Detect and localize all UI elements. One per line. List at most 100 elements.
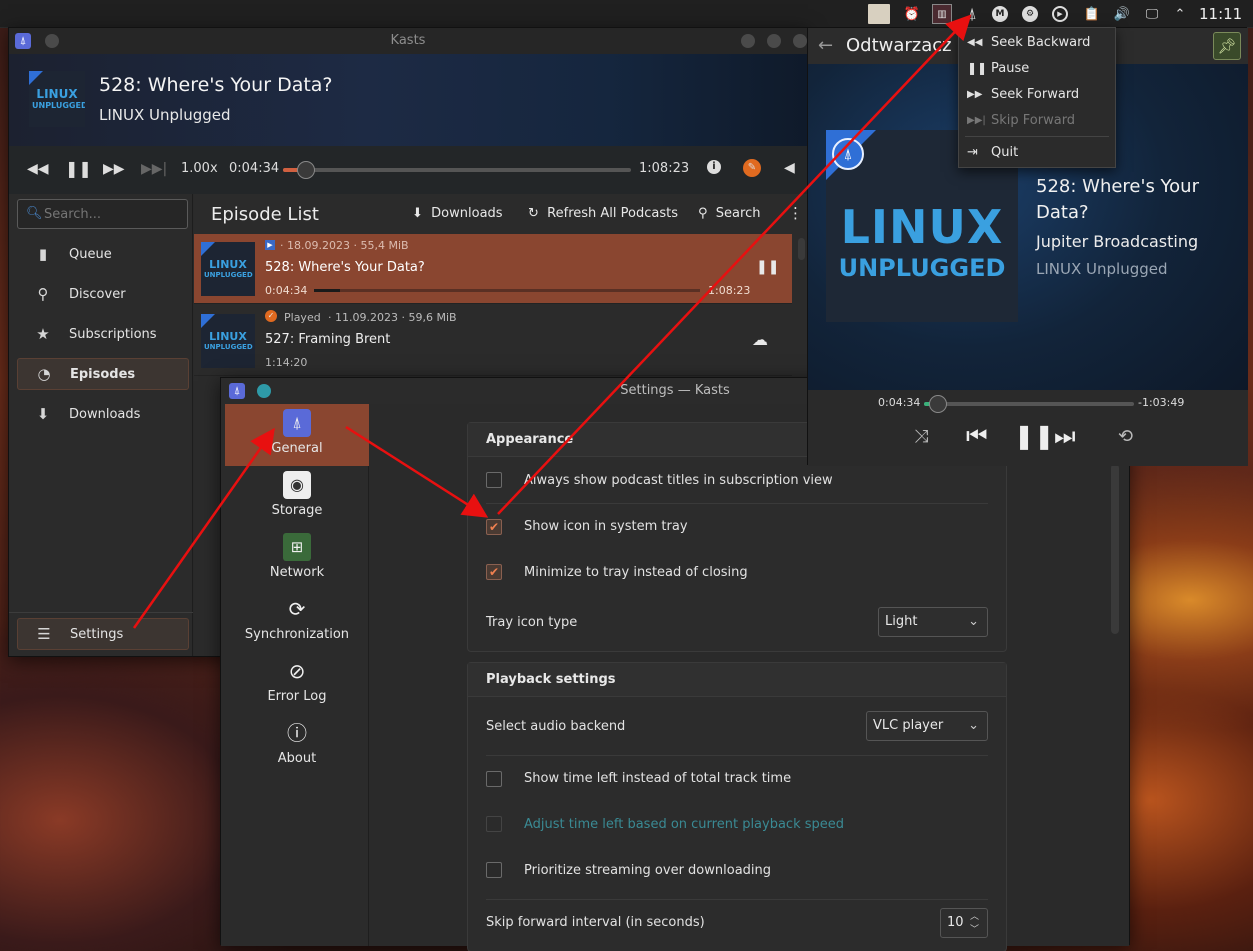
now-playing-header[interactable]: LINUX UNPLUGGED 528: Where's Your Data? … bbox=[9, 54, 807, 146]
sidebar-item-episodes[interactable]: ◔ Episodes bbox=[17, 358, 189, 390]
scrollbar-handle[interactable] bbox=[798, 238, 805, 260]
settings-nav-synchronization[interactable]: ⟳ Synchronization bbox=[225, 590, 369, 652]
kasts-tray-icon[interactable]: ⍋ bbox=[962, 4, 982, 24]
audio-backend-select[interactable]: VLC player ⌄ bbox=[866, 711, 988, 741]
settings-scrollbar[interactable] bbox=[1111, 464, 1119, 634]
seek-backward-button[interactable]: ◀◀ bbox=[27, 161, 49, 177]
settings-nav-network[interactable]: ⊞ Network bbox=[225, 528, 369, 590]
storage-icon: ◉ bbox=[283, 471, 311, 499]
menu-item-seek-backward[interactable]: ◀◀ Seek Backward bbox=[967, 31, 1090, 53]
show-tray-icon-row[interactable]: ✔ Show icon in system tray bbox=[486, 503, 988, 549]
sidebar-item-queue[interactable]: ▮ Queue bbox=[17, 238, 189, 270]
skip-backward-button[interactable]: ⏮︎ bbox=[966, 422, 988, 450]
episode-row[interactable]: LINUX UNPLUGGED ✓ Played · 11.09.2023 · … bbox=[194, 306, 792, 376]
media-player-tray-icon[interactable]: ▶ bbox=[1052, 6, 1068, 22]
pause-icon: ❚❚ bbox=[967, 61, 988, 75]
player-podcast: LINUX Unplugged bbox=[1036, 260, 1168, 278]
episode-meta: · 11.09.2023 · 59,6 MiB bbox=[328, 311, 457, 324]
pause-icon[interactable]: ❚❚ bbox=[756, 259, 779, 275]
sidebar-item-downloads[interactable]: ⬇ Downloads bbox=[17, 398, 189, 430]
notes-tray-icon[interactable] bbox=[868, 4, 890, 24]
episode-row[interactable]: LINUX UNPLUGGED ▶ · 18.09.2023 · 55,4 Mi… bbox=[194, 234, 792, 304]
download-icon: ⬇ bbox=[412, 206, 423, 221]
keyboard-layout-tray-icon[interactable]: ▥ bbox=[932, 4, 952, 24]
shuffle-icon[interactable]: ⤨ bbox=[914, 426, 928, 447]
menu-item-quit[interactable]: ⇥ Quit bbox=[967, 141, 1018, 163]
now-playing-title: 528: Where's Your Data? bbox=[99, 74, 333, 96]
back-arrow-icon[interactable]: ← bbox=[818, 35, 833, 56]
episode-title: 528: Where's Your Data? bbox=[265, 260, 425, 275]
tray-icon-type-select[interactable]: Light ⌄ bbox=[878, 607, 988, 637]
sidebar-item-settings[interactable]: ☰ Settings bbox=[17, 618, 189, 650]
window-pin-button[interactable] bbox=[45, 34, 59, 48]
close-button[interactable] bbox=[793, 34, 807, 48]
chapters-icon[interactable]: ✎ bbox=[743, 159, 761, 177]
mega-tray-icon[interactable]: M bbox=[992, 6, 1008, 22]
display-tray-icon[interactable]: 🖵 bbox=[1142, 4, 1162, 24]
chevron-down-icon: ⌄ bbox=[968, 614, 979, 629]
prioritize-streaming-checkbox[interactable] bbox=[486, 862, 502, 878]
episode-status: Played bbox=[284, 311, 321, 324]
downloads-action[interactable]: ⬇ Downloads bbox=[412, 206, 503, 221]
skip-forward-button[interactable]: ▶▶| bbox=[141, 161, 167, 177]
slider-handle[interactable] bbox=[929, 395, 948, 413]
position-slider[interactable] bbox=[283, 161, 631, 179]
sidebar-item-subscriptions[interactable]: ★ Subscriptions bbox=[17, 318, 189, 350]
pause-button[interactable]: ❚❚ bbox=[1014, 422, 1054, 450]
tray-icon-type-row: Tray icon type Light ⌄ bbox=[486, 599, 988, 645]
playback-speed[interactable]: 1.00x bbox=[181, 161, 218, 176]
spin-arrows-icon[interactable]: ︿ ﹀ bbox=[970, 911, 979, 937]
network-icon: ⊞ bbox=[283, 533, 311, 561]
clipboard-tray-icon[interactable]: 📋 bbox=[1082, 4, 1102, 24]
settings-nav-error-log[interactable]: ⊘ Error Log bbox=[225, 652, 369, 714]
player-slider[interactable] bbox=[924, 395, 1134, 413]
settings-nav-storage[interactable]: ◉ Storage bbox=[225, 466, 369, 528]
refresh-all-action[interactable]: ↻ Refresh All Podcasts bbox=[528, 206, 678, 221]
sync-icon: ⟳ bbox=[288, 597, 306, 621]
show-time-left-row[interactable]: Show time left instead of total track ti… bbox=[486, 755, 988, 801]
search-action[interactable]: ⚲ Search bbox=[698, 206, 760, 221]
episode-list-title: Episode List bbox=[211, 204, 319, 225]
minimize-button[interactable] bbox=[741, 34, 755, 48]
download-icon: ⬇ bbox=[36, 405, 50, 423]
info-icon[interactable]: i bbox=[707, 160, 721, 174]
volume-tray-icon[interactable]: 🔊 bbox=[1112, 4, 1132, 24]
skip-forward-row: Skip forward interval (in seconds) 10 ︿ ﹀ bbox=[486, 899, 988, 945]
always-show-titles-checkbox[interactable] bbox=[486, 472, 502, 488]
show-time-left-checkbox[interactable] bbox=[486, 770, 502, 787]
seek-forward-button[interactable]: ▶▶ bbox=[103, 161, 125, 177]
menu-item-pause[interactable]: ❚❚ Pause bbox=[967, 57, 1029, 79]
settings-nav-general[interactable]: ⍋ General bbox=[225, 404, 369, 466]
repeat-icon[interactable]: ⟲ bbox=[1118, 426, 1133, 447]
maximize-button[interactable] bbox=[767, 34, 781, 48]
kasts-titlebar[interactable]: ⍋ Kasts bbox=[9, 28, 807, 54]
menu-item-seek-forward[interactable]: ▶▶ Seek Forward bbox=[967, 83, 1079, 105]
skip-forward-button[interactable]: ⏭︎ bbox=[1054, 422, 1076, 450]
player-episode-title-cont: Data? bbox=[1036, 202, 1089, 223]
window-pin-button[interactable] bbox=[257, 384, 271, 398]
minimize-to-tray-row[interactable]: ✔ Minimize to tray instead of closing bbox=[486, 549, 988, 595]
clock[interactable]: 11:11 bbox=[1199, 5, 1242, 23]
volume-icon[interactable]: ◀ bbox=[784, 160, 795, 176]
alarm-tray-icon[interactable]: ⏰ bbox=[902, 4, 922, 24]
settings-nav-about[interactable]: ⓘ About bbox=[225, 714, 369, 776]
overflow-menu-icon[interactable]: ⋮ bbox=[788, 204, 803, 222]
episode-meta: · 18.09.2023 · 55,4 MiB bbox=[280, 239, 409, 252]
skip-forward-spinbox[interactable]: 10 ︿ ﹀ bbox=[940, 907, 988, 938]
search-input[interactable] bbox=[44, 205, 184, 223]
stream-download-icon[interactable]: ☁ bbox=[752, 330, 768, 349]
pause-button[interactable]: ❚❚ bbox=[65, 159, 92, 178]
player-author: Jupiter Broadcasting bbox=[1036, 232, 1199, 251]
sidebar-item-discover[interactable]: ⚲ Discover bbox=[17, 278, 189, 310]
show-tray-icon-checkbox[interactable]: ✔ bbox=[486, 518, 502, 535]
minimize-to-tray-checkbox[interactable]: ✔ bbox=[486, 564, 502, 580]
search-field[interactable]: 🔍︎ bbox=[17, 199, 188, 229]
skip-forward-icon: ▶▶| bbox=[967, 114, 986, 126]
slider-handle[interactable] bbox=[297, 161, 316, 179]
prioritize-streaming-row[interactable]: Prioritize streaming over downloading bbox=[486, 847, 988, 893]
steam-tray-icon[interactable]: ⚙ bbox=[1022, 6, 1038, 22]
chevron-up-icon[interactable]: ⌃ bbox=[1170, 4, 1190, 24]
player-position: 0:04:34 bbox=[878, 396, 921, 409]
pin-icon[interactable]: 📌︎ bbox=[1213, 32, 1241, 60]
star-icon: ★ bbox=[36, 325, 50, 343]
